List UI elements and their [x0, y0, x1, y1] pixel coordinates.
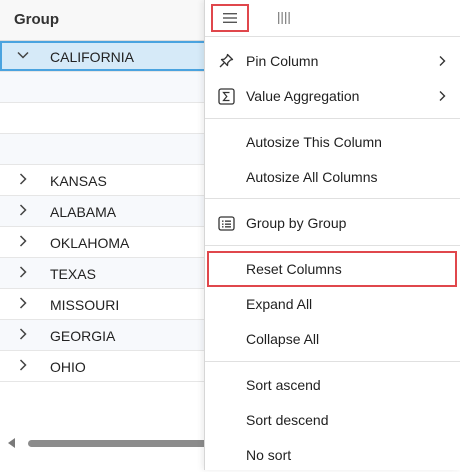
scroll-left-arrow-icon[interactable] — [8, 438, 15, 448]
menu-item-label: Reset Columns — [246, 261, 342, 277]
group-by-icon — [217, 214, 235, 232]
menu-separator — [205, 245, 460, 246]
column-menu-tabs — [205, 0, 460, 37]
menu-item-label: Collapse All — [246, 331, 320, 347]
menu-item-pin-column[interactable]: Pin Column — [205, 44, 460, 78]
menu-item-value-aggregation[interactable]: Value Aggregation — [205, 79, 460, 113]
chevron-right-icon[interactable] — [16, 234, 30, 248]
chevron-right-icon[interactable] — [16, 358, 30, 372]
submenu-arrow-icon — [437, 89, 447, 103]
scrollbar-thumb[interactable] — [28, 440, 213, 447]
menu-item-label: Pin Column — [246, 53, 319, 69]
menu-item-label: Autosize This Column — [246, 134, 382, 150]
pin-icon — [217, 52, 235, 70]
chevron-right-icon[interactable] — [16, 172, 30, 186]
menu-item-label: Sort descend — [246, 412, 329, 428]
menu-item-autosize-all-columns[interactable]: Autosize All Columns — [205, 160, 460, 194]
menu-item-label: Autosize All Columns — [246, 169, 378, 185]
row-label: OHIO — [50, 359, 86, 375]
menu-item-reset-columns[interactable]: Reset Columns — [205, 252, 460, 286]
row-label: ALABAMA — [50, 204, 117, 220]
column-menu: Pin Column Value Aggregation Autosize Th… — [204, 0, 460, 470]
tab-columns[interactable] — [273, 9, 295, 27]
menu-item-sort-ascend[interactable]: Sort ascend — [205, 368, 460, 402]
row-label: KANSAS — [50, 173, 107, 189]
menu-item-autosize-this-column[interactable]: Autosize This Column — [205, 125, 460, 159]
chevron-right-icon[interactable] — [16, 327, 30, 341]
menu-item-no-sort[interactable]: No sort — [205, 438, 460, 472]
sigma-icon — [217, 87, 235, 105]
columns-icon — [278, 12, 290, 24]
chevron-down-icon[interactable] — [16, 48, 30, 62]
menu-item-label: Sort ascend — [246, 377, 321, 393]
menu-separator — [205, 118, 460, 119]
row-label: GEORGIA — [50, 328, 116, 344]
menu-item-sort-descend[interactable]: Sort descend — [205, 403, 460, 437]
menu-item-label: No sort — [246, 447, 292, 463]
column-header-label: Group — [14, 11, 59, 28]
menu-item-group-by[interactable]: Group by Group — [205, 206, 460, 240]
hamburger-menu-icon — [223, 13, 237, 23]
submenu-arrow-icon — [437, 54, 447, 68]
row-label: MISSOURI — [50, 297, 120, 313]
chevron-right-icon[interactable] — [16, 203, 30, 217]
chevron-right-icon[interactable] — [16, 296, 30, 310]
tab-general-menu[interactable] — [211, 4, 249, 32]
menu-separator — [205, 198, 460, 199]
row-label: OKLAHOMA — [50, 235, 130, 251]
menu-item-label: Group by Group — [246, 215, 347, 231]
menu-item-label: Value Aggregation — [246, 88, 360, 104]
chevron-right-icon[interactable] — [16, 265, 30, 279]
menu-item-expand-all[interactable]: Expand All — [205, 287, 460, 321]
menu-item-label: Expand All — [246, 296, 313, 312]
menu-item-collapse-all[interactable]: Collapse All — [205, 322, 460, 356]
row-label: CALIFORNIA — [50, 49, 135, 65]
row-label: TEXAS — [50, 266, 96, 282]
menu-separator — [205, 361, 460, 362]
